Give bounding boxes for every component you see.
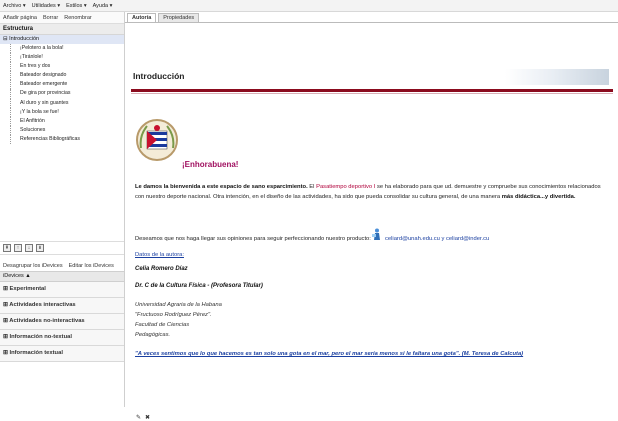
edit-controls: ✎ ✖ <box>136 414 150 421</box>
tree-item[interactable]: ¡Tiránlole! <box>0 53 124 63</box>
rename-button[interactable]: Renombrar <box>61 15 95 21</box>
edit-pencil-icon[interactable]: ✎ <box>136 414 141 421</box>
category-textual[interactable]: ⊞ Información textual <box>0 346 124 362</box>
quote-link[interactable]: "A veces sentimos que lo que hacemos es … <box>135 351 523 357</box>
menu-estilos[interactable]: Estilos ▾ <box>63 3 90 9</box>
intro-paragraph: Le damos la bienvenida a este espacio de… <box>135 184 601 200</box>
idevice-buttons: Desagrupar los iDevices Editar los iDevi… <box>0 261 124 271</box>
editor-panel: Autoría Propiedades Introducción ¡Enhora… <box>125 12 618 421</box>
title-divider-thin <box>131 93 613 94</box>
tree-item[interactable]: ¡Pelotero a la bola! <box>0 44 124 54</box>
author-name: Celia Romero Díaz <box>135 266 188 272</box>
title-divider <box>131 89 613 92</box>
structure-header: Estructura <box>0 24 124 35</box>
tab-propiedades[interactable]: Propiedades <box>158 13 200 22</box>
reorder-toolbar: ⇞ ↑ ↓ ⇟ <box>0 241 124 255</box>
outline-toolbar: Añadir página Borrar Renombrar <box>0 12 124 24</box>
tree-item[interactable]: Bateador emergente <box>0 80 124 90</box>
edit-idevices-button[interactable]: Editar los iDevices <box>69 263 114 269</box>
page-title: Introducción <box>133 71 185 81</box>
add-page-button[interactable]: Añadir página <box>0 15 40 21</box>
move-bottom-icon[interactable]: ⇟ <box>36 244 44 252</box>
crest-emblem-icon <box>136 119 178 161</box>
category-non-textual[interactable]: ⊞ Información no-textual <box>0 330 124 346</box>
move-top-icon[interactable]: ⇞ <box>3 244 11 252</box>
ungroup-idevices-button[interactable]: Desagrupar los iDevices <box>3 263 63 269</box>
outline-tree: ⊟ Introducción ¡Pelotero a la bola! ¡Tir… <box>0 35 124 217</box>
page-content: Introducción ¡Enhorabuena! Le damos la b… <box>125 23 618 421</box>
tree-item[interactable]: Soluciones <box>0 125 124 136</box>
tab-autoria[interactable]: Autoría <box>127 13 157 22</box>
tree-root-item[interactable]: ⊟ Introducción <box>0 35 124 44</box>
contact-emails[interactable]: celiard@unah.edu.cu y celiard@inder.cu <box>385 236 489 242</box>
tab-bar: Autoría Propiedades <box>125 12 618 23</box>
author-data-link[interactable]: Datos de la autora: <box>135 252 184 258</box>
delete-button[interactable]: Borrar <box>40 15 61 21</box>
menu-ayuda[interactable]: Ayuda ▾ <box>90 3 116 9</box>
author-degree: Dr. C de la Cultura Física - (Profesora … <box>135 283 263 289</box>
move-down-icon[interactable]: ↓ <box>25 244 33 252</box>
tree-item[interactable]: Al duro y sin guantes <box>0 98 124 108</box>
left-panel: Añadir página Borrar Renombrar Estructur… <box>0 12 125 407</box>
institution-block: Universidad Agraria de la Habana "Fructu… <box>135 302 222 338</box>
tree-item[interactable]: Referencias Bibliográficas <box>0 134 124 145</box>
category-experimental[interactable]: ⊞ Experimental <box>0 282 124 298</box>
idevices-header[interactable]: iDevices ▲ <box>0 271 124 282</box>
header-banner <box>505 69 609 85</box>
move-up-icon[interactable]: ↑ <box>14 244 22 252</box>
tree-item[interactable]: Bateador designado <box>0 71 124 81</box>
category-interactive[interactable]: ⊞ Actividades interactivas <box>0 298 124 314</box>
menu-bar: Archivo ▾ Utilidades ▾ Estilos ▾ Ayuda ▾ <box>0 0 618 12</box>
category-non-interactive[interactable]: ⊞ Actividades no-interactivas <box>0 314 124 330</box>
delete-x-icon[interactable]: ✖ <box>145 414 150 421</box>
greeting-heading: ¡Enhorabuena! <box>182 160 239 169</box>
tree-item[interactable]: El Anfitrión <box>0 116 124 126</box>
tree-item[interactable]: De gira por provincias <box>0 89 124 99</box>
tree-item[interactable]: En tres y dos <box>0 62 124 72</box>
mail-figure-icon <box>372 228 380 240</box>
feedback-text: Deseamos que nos haga llegar sus opinion… <box>135 236 371 242</box>
menu-archivo[interactable]: Archivo ▾ <box>0 3 29 9</box>
menu-utilidades[interactable]: Utilidades ▾ <box>29 3 63 9</box>
tree-item[interactable]: ¡Y la bola se fue! <box>0 107 124 117</box>
